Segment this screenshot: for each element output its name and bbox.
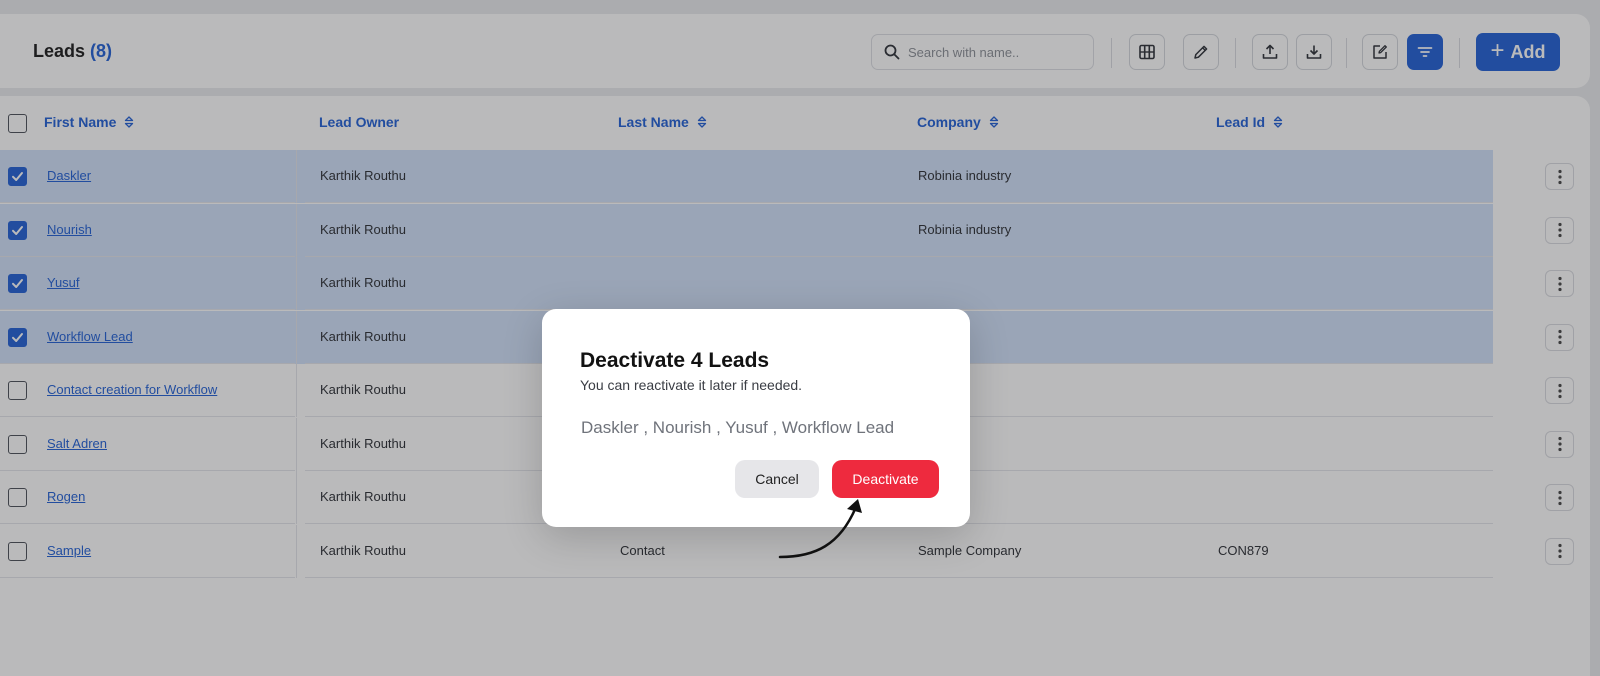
annotation-arrow-icon xyxy=(778,499,862,559)
dialog-title: Deactivate 4 Leads xyxy=(580,349,770,372)
dialog-subtitle: You can reactivate it later if needed. xyxy=(580,377,803,393)
selected-lead-names: Daskler , Nourish , Yusuf , Workflow Lea… xyxy=(581,418,895,437)
deactivate-dialog: Deactivate 4 Leads You can reactivate it… xyxy=(542,309,970,527)
cancel-button[interactable]: Cancel xyxy=(735,460,819,498)
deactivate-button[interactable]: Deactivate xyxy=(832,460,939,498)
